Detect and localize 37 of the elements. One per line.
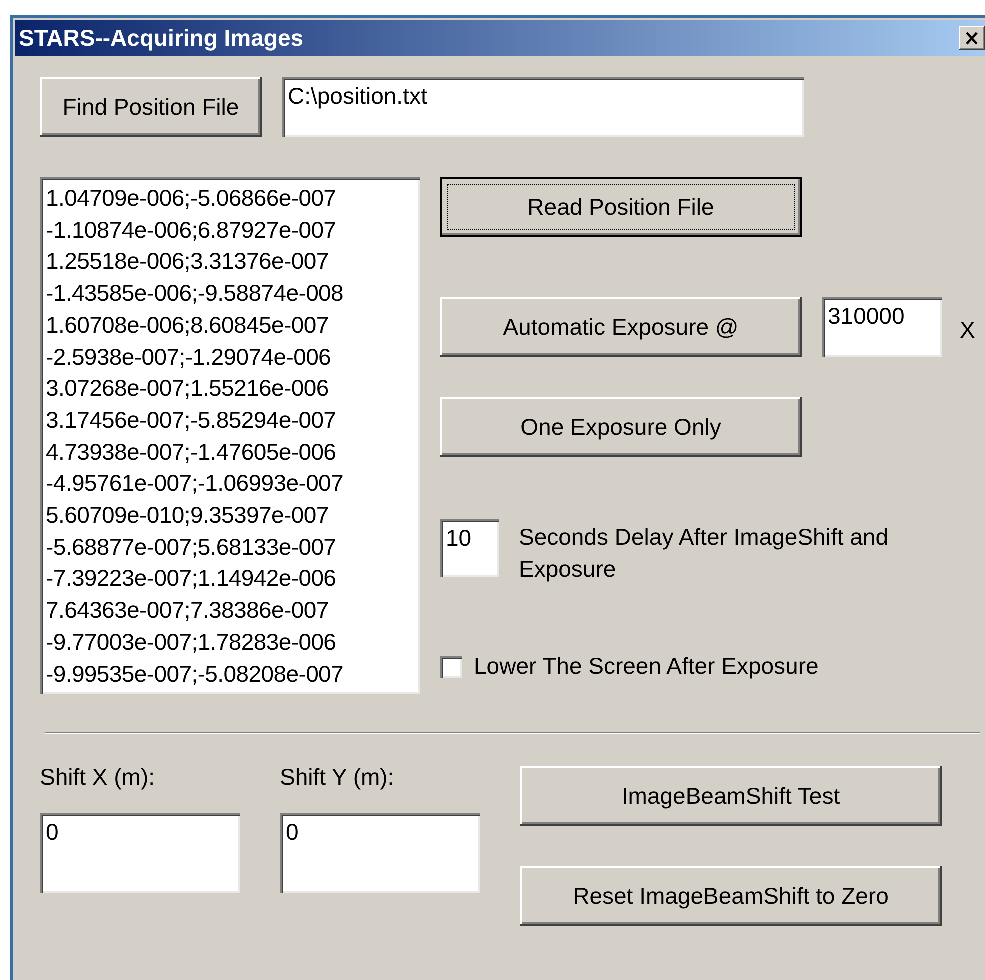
checkbox[interactable] [440,656,462,678]
read-position-file-button[interactable]: Read Position File [440,177,802,237]
list-item[interactable]: -1.43585e-006;-9.58874e-008 [46,278,414,310]
list-item[interactable]: 7.64363e-007;7.38386e-007 [46,595,414,627]
list-item[interactable]: -9.99535e-007;-5.08208e-007 [46,658,414,690]
exposure-field[interactable]: 310000 [822,297,942,357]
checkbox-label: Lower The Screen After Exposure [474,653,819,680]
position-file-field[interactable]: C:\position.txt [282,77,804,137]
list-item[interactable]: -7.39223e-007;1.14942e-006 [46,563,414,596]
list-item[interactable]: -5.68877e-007;5.68133e-007 [46,532,414,564]
shift-x-field[interactable]: 0 [40,813,240,893]
list-item[interactable]: 1.60708e-006;8.60845e-007 [46,310,414,342]
list-item[interactable]: 5.60709e-010;9.35397e-007 [46,500,414,532]
list-item[interactable]: -9.77003e-007;1.78283e-006 [46,626,414,659]
list-item[interactable]: -2.5938e-007;-1.29074e-006 [46,342,414,374]
shift-y-label: Shift Y (m): [280,764,396,791]
list-item[interactable]: 1.25518e-006;3.31376e-007 [46,246,414,278]
list-item[interactable]: 1.04709e-006;-5.06866e-007 [46,183,414,215]
delay-field[interactable]: 10 [440,519,499,577]
delay-label: Seconds Delay After ImageShift and Exposure [519,523,890,584]
list-item[interactable]: -4.95761e-007;-1.06993e-007 [46,468,414,500]
reset-beam-shift-button[interactable]: Reset ImageBeamShift to Zero [520,866,942,926]
automatic-exposure-button[interactable]: Automatic Exposure @ [440,297,802,357]
list-item[interactable]: 4.73938e-007;-1.47605e-006 [46,436,414,468]
window-title: STARS--Acquiring Images [19,24,304,52]
list-item[interactable]: 3.17456e-007;-5.85294e-007 [46,404,414,437]
close-icon [965,32,979,44]
close-button[interactable] [959,26,985,50]
multiplier-label: X [960,316,976,344]
find-position-file-button[interactable]: Find Position File [40,77,262,137]
list-item[interactable]: 3.07268e-007;1.55216e-006 [46,373,414,405]
positions-list[interactable] [40,177,420,694]
beam-shift-test-button[interactable]: ImageBeamShift Test [520,766,942,826]
shift-y-field[interactable]: 0 [280,813,480,893]
shift-x-label: Shift X (m): [40,764,156,791]
list-item[interactable]: -1.10874e-006;6.87927e-007 [46,214,414,246]
one-exposure-button[interactable]: One Exposure Only [440,397,802,457]
